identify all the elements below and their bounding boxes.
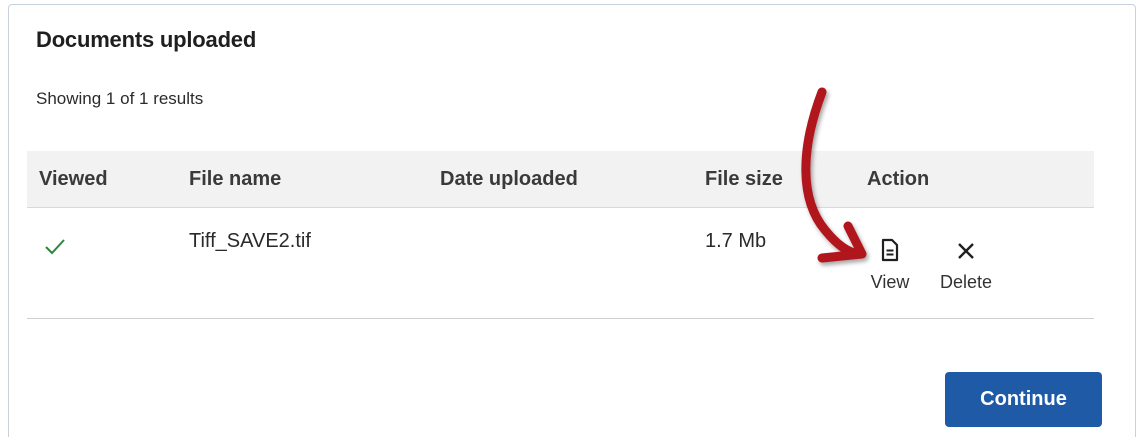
column-header-date-uploaded: Date uploaded (440, 168, 578, 190)
checkmark-icon (45, 239, 65, 255)
delete-label: Delete (939, 272, 993, 292)
close-icon (958, 243, 974, 259)
result-count: Showing 1 of 1 results (36, 89, 204, 108)
document-icon (881, 238, 899, 262)
file-name-cell: Tiff_SAVE2.tif (189, 230, 311, 252)
view-label: View (870, 272, 910, 292)
column-header-viewed: Viewed (39, 168, 108, 190)
panel-title: Documents uploaded (36, 27, 257, 52)
column-header-file-size: File size (705, 168, 783, 190)
file-size-cell: 1.7 Mb (705, 230, 767, 252)
continue-button[interactable]: Continue (945, 372, 1102, 427)
table-header: Viewed File name Date uploaded File size… (27, 151, 1094, 208)
column-header-action: Action (867, 168, 930, 190)
table-row: Tiff_SAVE2.tif 1.7 Mb View Delete (27, 208, 1094, 319)
view-button[interactable]: View (865, 238, 915, 293)
column-header-file-name: File name (189, 168, 282, 190)
delete-button[interactable]: Delete (930, 238, 1002, 293)
